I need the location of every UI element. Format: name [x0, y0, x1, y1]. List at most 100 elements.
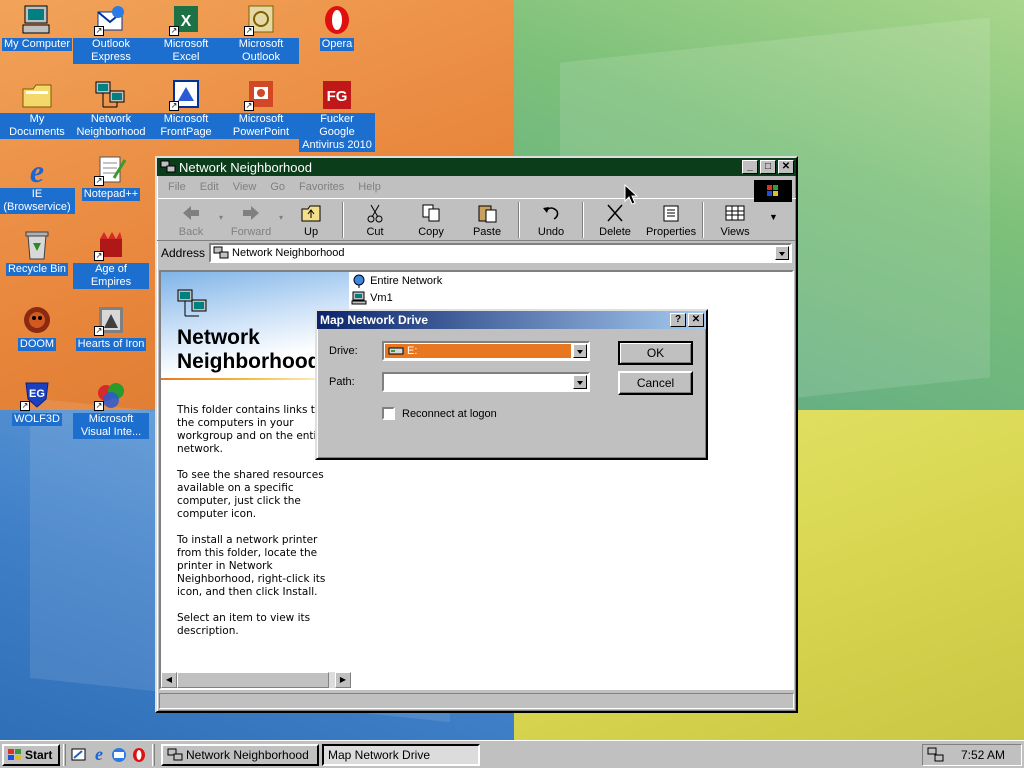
desktop-icon-my-documents[interactable]: My Documents — [0, 77, 75, 139]
address-value: Network Neighborhood — [232, 246, 345, 259]
desktop-icon-notepadpp[interactable]: ↗ Notepad++ — [73, 152, 149, 201]
desktop-icon-label: Opera — [319, 38, 355, 51]
taskbar-button-map-network-drive[interactable]: Map Network Drive — [322, 743, 480, 766]
reconnect-option[interactable]: Reconnect at logon — [382, 407, 497, 420]
path-dropdown-button[interactable] — [573, 375, 587, 389]
desktop-icon-visual-studio[interactable]: ↗ Microsoft Visual Inte... — [73, 377, 149, 439]
help-button[interactable]: ? — [670, 313, 686, 327]
scroll-left-button[interactable]: ◀ — [161, 672, 177, 688]
explorer-titlebar[interactable]: Network Neighborhood _ □ ✕ — [157, 158, 796, 176]
globe-network-icon — [351, 274, 367, 288]
desktop-icon-opera[interactable]: Opera — [299, 2, 375, 51]
desktop-icon-ie[interactable]: e IE (Browservice) — [0, 152, 75, 214]
desktop-icon-my-computer[interactable]: My Computer — [0, 2, 75, 51]
scrollbar-thumb[interactable] — [177, 672, 329, 688]
back-button[interactable]: Back — [163, 203, 219, 240]
drive-dropdown-button[interactable] — [573, 344, 587, 358]
desktop-icon-doom[interactable]: DOOM — [0, 302, 75, 351]
properties-button[interactable]: Properties — [643, 203, 699, 240]
minimize-button[interactable]: _ — [742, 160, 758, 174]
toolbar-separator — [582, 202, 585, 238]
list-item-entire-network[interactable]: Entire Network — [351, 274, 442, 288]
show-desktop-icon[interactable] — [69, 745, 89, 765]
network-icon — [94, 79, 128, 111]
undo-icon — [540, 203, 562, 223]
address-label: Address — [161, 245, 206, 260]
svg-text:FG: FG — [327, 88, 348, 105]
cut-button[interactable]: Cut — [347, 203, 403, 240]
forward-arrow-icon — [240, 203, 262, 223]
scroll-right-button[interactable]: ▶ — [335, 672, 351, 688]
views-dropdown-arrow-icon[interactable]: ▼ — [769, 212, 778, 222]
address-dropdown-button[interactable] — [775, 245, 789, 260]
desktop-icon-label: My Computer — [1, 38, 73, 51]
desktop-icon-wolf3d[interactable]: EG ↗ WOLF3D — [0, 377, 75, 426]
toolbar-separator — [702, 202, 705, 238]
list-item-vm1[interactable]: Vm1 — [351, 291, 393, 305]
list-item-label: Entire Network — [370, 274, 443, 287]
doom-icon — [20, 304, 54, 336]
drive-select[interactable]: E: — [382, 341, 590, 361]
views-icon — [724, 203, 746, 223]
toolbar-separator — [518, 202, 521, 238]
desktop-icon-fg-antivirus[interactable]: FG Fucker Google Antivirus 2010 — [299, 77, 375, 152]
desktop-icon-hearts-of-iron[interactable]: ↗ Hearts of Iron — [73, 302, 149, 351]
toolbar-separator — [342, 202, 345, 238]
desktop-icon-frontpage[interactable]: ↗ Microsoft FrontPage — [148, 77, 224, 139]
maximize-button[interactable]: □ — [760, 160, 776, 174]
desktop-icon-label: WOLF3D — [12, 413, 62, 426]
reconnect-checkbox[interactable] — [382, 407, 395, 420]
menu-favorites[interactable]: Favorites — [299, 181, 344, 193]
desktop[interactable]: My Computer ↗ Outlook Express X ↗ Micros… — [0, 0, 1024, 740]
start-button[interactable]: Start — [2, 743, 60, 766]
desktop-icon-network-neighborhood[interactable]: Network Neighborhood — [73, 77, 149, 139]
address-input[interactable]: Network Neighborhood — [209, 242, 792, 263]
menu-file[interactable]: File — [168, 181, 186, 193]
copy-button[interactable]: Copy — [403, 203, 459, 240]
menu-help[interactable]: Help — [358, 181, 381, 193]
desktop-icon-powerpoint[interactable]: ↗ Microsoft PowerPoint — [223, 77, 299, 139]
svg-text:X: X — [181, 13, 192, 30]
quicklaunch-grip[interactable] — [63, 743, 66, 766]
views-button[interactable]: Views — [707, 203, 763, 240]
status-bar — [159, 693, 794, 709]
desktop-icon-outlook-express[interactable]: ↗ Outlook Express — [73, 2, 149, 64]
powerpoint-icon: ↗ — [244, 79, 278, 111]
dialog-titlebar[interactable]: Map Network Drive ? ✕ — [317, 311, 706, 329]
webview-paragraph: To install a network printer from this f… — [177, 534, 326, 598]
taskbar-button-network-neighborhood[interactable]: Network Neighborhood — [161, 743, 319, 766]
up-folder-icon — [300, 203, 322, 223]
desktop-icon-recycle-bin[interactable]: Recycle Bin — [0, 227, 75, 276]
map-network-drive-dialog[interactable]: Map Network Drive ? ✕ Drive: E: Path: Re… — [315, 309, 708, 460]
cancel-button[interactable]: Cancel — [618, 371, 693, 395]
forward-button[interactable]: Forward — [223, 203, 279, 240]
network-tray-icon[interactable] — [927, 747, 945, 763]
opera-quicklaunch-icon[interactable] — [129, 745, 149, 765]
path-combobox[interactable] — [382, 372, 590, 392]
recycle-bin-icon — [20, 229, 54, 261]
webview-paragraph: To see the shared resources available on… — [177, 469, 324, 520]
menu-view[interactable]: View — [233, 181, 257, 193]
svg-text:EG: EG — [29, 388, 45, 400]
ie-quicklaunch-icon[interactable]: e — [89, 744, 109, 765]
desktop-icon-age-of-empires[interactable]: ↗ Age of Empires — [73, 227, 149, 289]
outlook-express-quicklaunch-icon[interactable] — [109, 745, 129, 765]
menu-edit[interactable]: Edit — [200, 181, 219, 193]
system-tray: 7:52 AM — [922, 744, 1022, 766]
menu-go[interactable]: Go — [270, 181, 285, 193]
horizontal-scrollbar[interactable]: ◀ ▶ — [161, 672, 351, 688]
drive-selected-option: E: — [385, 344, 571, 358]
paste-button[interactable]: Paste — [459, 203, 515, 240]
close-button[interactable]: ✕ — [778, 160, 794, 174]
desktop-icon-excel[interactable]: X ↗ Microsoft Excel — [148, 2, 224, 64]
taskbar-grip[interactable] — [152, 743, 155, 766]
undo-button[interactable]: Undo — [523, 203, 579, 240]
ok-button[interactable]: OK — [618, 341, 693, 365]
clock[interactable]: 7:52 AM — [961, 748, 1005, 762]
desktop-icon-label: Microsoft Visual Inte... — [73, 413, 149, 439]
visual-studio-icon: ↗ — [94, 379, 128, 411]
desktop-icon-outlook[interactable]: ↗ Microsoft Outlook — [223, 2, 299, 64]
up-button[interactable]: Up — [283, 203, 339, 240]
close-button[interactable]: ✕ — [688, 313, 704, 327]
windows-flag-icon — [7, 748, 23, 762]
